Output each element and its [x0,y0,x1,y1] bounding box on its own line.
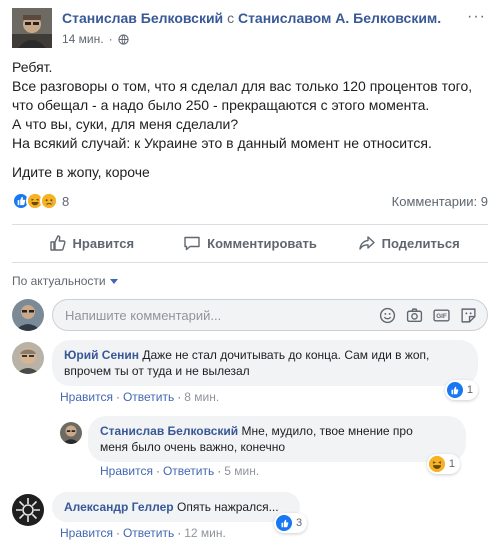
commenter-name-link[interactable]: Юрий Сенин [64,348,139,362]
post-line: что обещал - а надо было 250 - прекращаю… [12,97,430,113]
comment-like-link[interactable]: Нравится [60,526,113,540]
gif-icon[interactable]: GIF [433,307,450,324]
commenter-avatar[interactable] [60,422,82,444]
caret-down-icon [109,279,118,284]
post-line: На всякий случай: к Украине это в данный… [12,135,432,151]
reaction-count: 8 [62,193,70,209]
post-line: Ребят. [12,59,53,75]
like-icon [446,382,463,398]
haha-icon [428,456,445,472]
comment-text: Опять нажрался... [176,500,279,514]
comment-bubble: Александр Геллер Опять нажрался... [52,492,300,522]
comment-actions: Нравится · Ответить · 8 мин. [60,390,220,404]
thumbs-up-icon [49,235,66,251]
like-button[interactable]: Нравится [12,226,171,260]
composer-icons: GIF [379,307,477,324]
post-timestamp[interactable]: 14 мин. [62,32,104,46]
share-button[interactable]: Поделиться [329,226,488,260]
post-line: А что вы, суки, для меня сделали? [12,116,239,132]
comment-text: впрочем ты от туда и не вылезал [64,364,250,378]
like-button-label: Нравится [72,235,135,251]
post-body: Ребят. Все разговоры о том, что я сделал… [12,58,488,182]
comment-time[interactable]: 12 мин. [184,526,226,540]
comment-time[interactable]: 5 мин. [224,464,259,478]
more-icon[interactable]: ··· [467,8,486,26]
meta-dot: · [108,32,113,46]
svg-text:GIF: GIF [436,313,447,320]
share-icon [358,236,375,250]
like-icon [276,515,292,531]
comment-reaction-count: 1 [466,384,473,396]
sticker-icon[interactable] [460,307,477,324]
commenter-avatar[interactable] [12,342,44,374]
comment-reply-link[interactable]: Ответить [163,464,214,478]
comment-bubble: Юрий Сенин Даже не стал дочитывать до ко… [52,340,478,386]
comment-reply-link[interactable]: Ответить [123,526,174,540]
divider [12,224,488,225]
comment-reaction-count: 3 [296,517,303,529]
comment-reply: Станислав Белковский Мне, мудило, твое м… [60,416,488,482]
commenter-avatar[interactable] [12,494,44,526]
with-text: с [227,10,235,26]
comment-icon [184,236,200,251]
comment-actions: Нравится · Ответить · 12 мин. [60,526,226,540]
comment-reactions[interactable]: 3 [274,513,308,533]
sort-label: По актуальности [12,274,106,288]
comment-like-link[interactable]: Нравится [100,464,153,478]
globe-icon[interactable] [117,33,129,45]
comment-sort-dropdown[interactable]: По актуальности [12,274,118,288]
divider [12,262,488,263]
reaction-summary[interactable]: 8 [12,192,69,210]
comment-input-box: GIF [52,299,488,331]
sad-icon [40,192,58,210]
comment-composer: GIF [12,297,488,333]
comment: Александр Геллер Опять нажрался... 3 Нра… [12,492,488,542]
comment-reactions[interactable]: 1 [426,454,460,474]
comment-like-link[interactable]: Нравится [60,390,113,404]
post-meta: 14 мин. · [62,32,129,46]
post-header: Станислав Белковский с Станиславом А. Бе… [12,6,488,50]
camera-icon[interactable] [406,307,423,324]
comment-text: Мне, мудило, твое мнение про [241,424,413,438]
share-button-label: Поделиться [381,235,460,251]
comment-reaction-count: 1 [448,458,455,470]
comment-reply-link[interactable]: Ответить [123,390,174,404]
comment-actions: Нравится · Ответить · 5 мин. [100,464,260,478]
tagged-user-link[interactable]: Станиславом А. Белковским. [238,10,441,26]
author-avatar[interactable] [12,8,52,48]
post-line: Все разговоры о том, что я сделал для ва… [12,78,473,94]
post-line: Идите в жопу, короче [12,164,150,180]
comment-text: Даже не стал дочитывать до конца. Сам ид… [142,348,430,362]
commenter-name-link[interactable]: Станислав Белковский [100,424,238,438]
comment-button-label: Комментировать [207,235,317,251]
comment-input[interactable] [65,300,305,330]
emoji-icon[interactable] [379,307,396,324]
post-title-line: Станислав Белковский с Станиславом А. Бе… [62,10,441,26]
comment-bubble: Станислав Белковский Мне, мудило, твое м… [88,416,466,462]
current-user-avatar[interactable] [12,299,44,331]
post-actions: Нравится Комментировать Поделиться [12,226,488,260]
comment: Юрий Сенин Даже не стал дочитывать до ко… [12,340,488,406]
comment-text: меня было очень важно, конечно [100,440,285,454]
comment-button[interactable]: Комментировать [171,226,330,260]
comments-count-link[interactable]: Комментарии: 9 [392,194,488,209]
commenter-name-link[interactable]: Александр Геллер [64,500,174,514]
comment-time[interactable]: 8 мин. [184,390,219,404]
post-author-link[interactable]: Станислав Белковский [62,10,223,26]
comment-reactions[interactable]: 1 [444,380,478,400]
post-stats: 8 Комментарии: 9 [12,192,488,212]
